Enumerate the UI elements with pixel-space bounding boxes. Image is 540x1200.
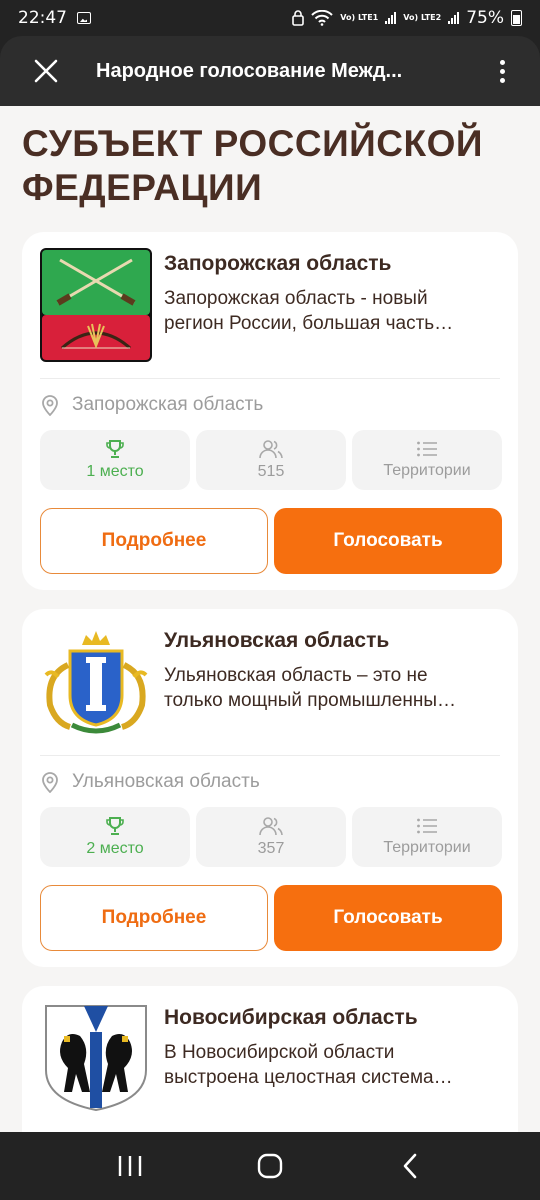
list-icon bbox=[417, 441, 437, 457]
card-title[interactable]: Ульяновская область bbox=[164, 629, 389, 653]
recent-apps-button[interactable] bbox=[100, 1141, 160, 1191]
region-card: Ульяновская область Ульяновская область … bbox=[22, 609, 518, 967]
region-name: Запорожская область bbox=[72, 394, 264, 415]
card-description-line: только мощный промышленны… bbox=[164, 690, 456, 711]
battery-icon bbox=[511, 10, 522, 26]
signal1-icon bbox=[385, 12, 397, 24]
signal2-icon bbox=[448, 12, 460, 24]
card-actions: Подробнее Голосовать bbox=[40, 508, 502, 574]
card-description-line: Запорожская область - новый bbox=[164, 288, 428, 309]
more-vert-icon bbox=[499, 59, 505, 65]
home-icon bbox=[257, 1153, 283, 1179]
lte2-indicator: Vo) LTE2 bbox=[403, 13, 442, 22]
votes-stat: 515 bbox=[196, 430, 346, 490]
battery-percent: 75% bbox=[466, 8, 504, 28]
appbar-title: Народное голосование Межд... bbox=[96, 59, 403, 82]
card-description-line: В Новосибирской области bbox=[164, 1042, 395, 1063]
novosibirsk-emblem-icon bbox=[45, 1005, 147, 1112]
card-description: В Новосибирской области выстроена целост… bbox=[164, 1040, 494, 1090]
vote-button[interactable]: Голосовать bbox=[274, 508, 502, 574]
details-button[interactable]: Подробнее bbox=[40, 508, 268, 574]
app-bar: Народное голосование Межд... bbox=[0, 36, 540, 106]
lock-icon bbox=[292, 10, 305, 26]
wifi-icon bbox=[311, 10, 334, 26]
card-description: Запорожская область - новый регион Росси… bbox=[164, 286, 494, 336]
zaporozhye-emblem-icon bbox=[40, 248, 152, 362]
back-icon bbox=[403, 1153, 417, 1179]
stats-row: 2 место 357 Территории bbox=[40, 807, 502, 867]
system-navigation-bar bbox=[0, 1132, 540, 1200]
gallery-notification-icon bbox=[77, 12, 91, 24]
card-description-line: выстроена целостная система… bbox=[164, 1067, 453, 1088]
card-description-line: Ульяновская область – это не bbox=[164, 665, 428, 686]
card-actions: Подробнее Голосовать bbox=[40, 885, 502, 951]
users-icon bbox=[259, 440, 283, 459]
content-area[interactable]: СУБЪЕКТ РОССИЙСКОЙ ФЕДЕРАЦИИ Запорожская… bbox=[0, 106, 540, 1132]
recent-apps-icon bbox=[118, 1156, 142, 1176]
trophy-icon bbox=[106, 817, 124, 835]
lte1-indicator: Vo) LTE1 bbox=[340, 13, 379, 22]
home-button[interactable] bbox=[240, 1141, 300, 1191]
list-icon bbox=[417, 818, 437, 834]
region-row: Запорожская область bbox=[40, 394, 263, 416]
region-card: Новосибирская область В Новосибирской об… bbox=[22, 986, 518, 1132]
page-title: СУБЪЕКТ РОССИЙСКОЙ ФЕДЕРАЦИИ bbox=[22, 123, 483, 208]
place-text: 2 место bbox=[86, 840, 144, 857]
region-card: Запорожская область Запорожская область … bbox=[22, 232, 518, 590]
category-stat: Территории bbox=[352, 430, 502, 490]
place-text: 1 место bbox=[86, 463, 144, 480]
divider bbox=[40, 755, 500, 756]
ulyanovsk-emblem-icon bbox=[44, 631, 148, 734]
location-pin-icon bbox=[42, 772, 58, 793]
location-pin-icon bbox=[42, 395, 58, 416]
place-stat: 1 место bbox=[40, 430, 190, 490]
category-text: Территории bbox=[383, 462, 471, 479]
trophy-icon bbox=[106, 440, 124, 458]
card-description: Ульяновская область – это не только мощн… bbox=[164, 663, 494, 713]
details-button[interactable]: Подробнее bbox=[40, 885, 268, 951]
place-stat: 2 место bbox=[40, 807, 190, 867]
status-bar: 22:47 Vo) LTE1 Vo) LTE2 75% bbox=[0, 0, 540, 36]
card-title[interactable]: Новосибирская область bbox=[164, 1006, 418, 1030]
votes-count: 515 bbox=[257, 463, 285, 480]
stats-row: 1 место 515 Территории bbox=[40, 430, 502, 490]
status-time: 22:47 bbox=[18, 8, 67, 28]
card-description-line: регион России, большая часть… bbox=[164, 313, 454, 334]
category-stat: Территории bbox=[352, 807, 502, 867]
more-options-button[interactable] bbox=[492, 51, 512, 91]
close-button[interactable] bbox=[24, 49, 68, 93]
vote-button[interactable]: Голосовать bbox=[274, 885, 502, 951]
close-icon bbox=[34, 59, 58, 83]
votes-count: 357 bbox=[257, 840, 285, 857]
card-title[interactable]: Запорожская область bbox=[164, 252, 391, 276]
votes-stat: 357 bbox=[196, 807, 346, 867]
region-row: Ульяновская область bbox=[40, 771, 260, 793]
users-icon bbox=[259, 817, 283, 836]
category-text: Территории bbox=[383, 839, 471, 856]
divider bbox=[40, 378, 500, 379]
back-button[interactable] bbox=[380, 1141, 440, 1191]
region-name: Ульяновская область bbox=[72, 771, 260, 792]
